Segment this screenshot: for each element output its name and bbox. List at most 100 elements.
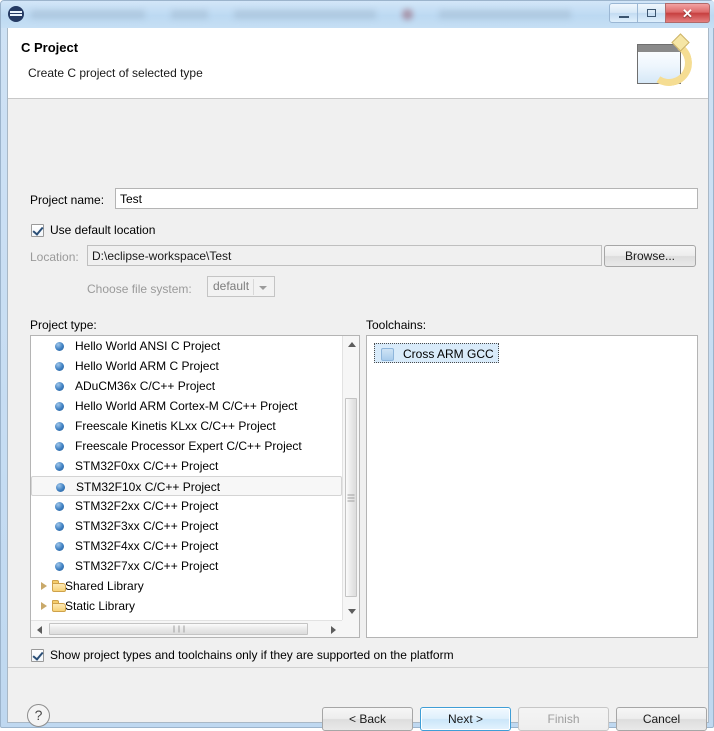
footer-divider — [8, 667, 708, 668]
project-type-bullet-icon — [55, 362, 64, 371]
project-type-item[interactable]: Shared Library — [31, 576, 342, 596]
cancel-button[interactable]: Cancel — [616, 707, 707, 731]
dialog-window: ✕ C Project Create C project of selected… — [0, 0, 714, 731]
project-type-bullet-icon — [56, 483, 65, 492]
project-type-item[interactable]: STM32F3xx C/C++ Project — [31, 516, 342, 536]
chevron-down-icon — [259, 286, 267, 290]
toolchain-icon — [381, 348, 394, 361]
title-bar[interactable]: ✕ — [1, 1, 714, 28]
project-type-hscroll-thumb[interactable] — [49, 623, 308, 635]
project-type-vscrollbar[interactable] — [342, 336, 359, 620]
project-type-label: Project type: — [30, 318, 97, 332]
project-type-item-label: ADuCM36x C/C++ Project — [75, 379, 216, 393]
title-bar-text-redacted — [31, 5, 571, 23]
project-type-item-label: Hello World ARM C Project — [75, 359, 219, 373]
project-type-item-label: STM32F7xx C/C++ Project — [75, 559, 219, 573]
project-type-bullet-icon — [55, 542, 64, 551]
project-type-bullet-icon — [55, 462, 64, 471]
help-icon[interactable]: ? — [27, 704, 50, 727]
location-label: Location: — [30, 250, 79, 264]
folder-icon — [52, 600, 66, 612]
file-system-select[interactable]: default — [207, 276, 275, 297]
next-button[interactable]: Next > — [420, 707, 511, 731]
project-name-label: Project name: — [30, 193, 105, 207]
project-type-list[interactable]: Hello World ANSI C Project Hello World AR… — [30, 335, 360, 638]
project-type-item[interactable]: Hello World ARM Cortex-M C/C++ Project — [31, 396, 342, 416]
use-default-location-label: Use default location — [50, 223, 156, 237]
project-type-item-label: Hello World ARM Cortex-M C/C++ Project — [75, 399, 298, 413]
close-button[interactable]: ✕ — [665, 3, 710, 23]
expand-arrow-icon[interactable] — [41, 602, 47, 610]
arrow-left-icon — [37, 625, 42, 634]
project-type-bullet-icon — [55, 442, 64, 451]
scroll-left-button[interactable] — [31, 621, 48, 637]
expand-arrow-icon[interactable] — [41, 582, 47, 590]
toolchains-label: Toolchains: — [366, 318, 427, 332]
dialog-body: C Project Create C project of selected t… — [7, 28, 709, 731]
platform-filter-label: Show project types and toolchains only i… — [50, 648, 454, 662]
project-type-item-label: STM32F10x C/C++ Project — [76, 480, 221, 494]
project-type-items: Hello World ANSI C Project Hello World AR… — [31, 336, 342, 620]
toolchain-row[interactable]: Cross ARM GCC — [374, 343, 697, 363]
project-type-item-label: Shared Library — [65, 579, 144, 593]
project-type-item-label: STM32F0xx C/C++ Project — [75, 459, 219, 473]
project-type-item-label: Freescale Processor Expert C/C++ Project — [75, 439, 302, 453]
toolchain-item[interactable]: Cross ARM GCC — [374, 343, 499, 363]
page-title: C Project — [21, 40, 79, 55]
project-name-input[interactable] — [115, 188, 698, 209]
project-type-item[interactable]: STM32F7xx C/C++ Project — [31, 556, 342, 576]
minimize-button[interactable] — [609, 3, 638, 23]
project-type-item-label: STM32F4xx C/C++ Project — [75, 539, 219, 553]
minimize-icon — [618, 15, 629, 18]
scrollbar-corner — [342, 620, 359, 637]
project-type-item[interactable]: Freescale Processor Expert C/C++ Project — [31, 436, 342, 456]
project-type-item-label: Static Library — [65, 599, 136, 613]
project-type-item-label: STM32F2xx C/C++ Project — [75, 499, 219, 513]
project-type-item-label: STM32F3xx C/C++ Project — [75, 519, 219, 533]
eclipse-logo-icon — [8, 6, 24, 22]
project-type-bullet-icon — [55, 382, 64, 391]
file-system-value: default — [213, 279, 250, 293]
wizard-header: C Project Create C project of selected t… — [8, 28, 708, 99]
project-type-item[interactable]: Static Library — [31, 596, 342, 616]
close-icon: ✕ — [682, 5, 693, 21]
folder-icon — [52, 580, 66, 592]
project-type-bullet-icon — [55, 522, 64, 531]
project-type-bullet-icon — [55, 402, 64, 411]
page-subtitle: Create C project of selected type — [28, 66, 203, 80]
toolchains-list[interactable]: Cross ARM GCC — [366, 335, 698, 638]
back-button[interactable]: < Back — [322, 707, 413, 731]
project-type-bullet-icon — [55, 342, 64, 351]
project-type-vscroll-thumb[interactable] — [345, 398, 357, 597]
project-type-item[interactable]: STM32F10x C/C++ Project — [31, 476, 342, 496]
dialog-content: Project name: Use default location Locat… — [8, 99, 708, 666]
arrow-down-icon — [347, 609, 356, 614]
project-type-item[interactable]: Hello World ARM C Project — [31, 356, 342, 376]
project-type-hscrollbar[interactable] — [31, 620, 342, 637]
project-type-item-label: Hello World ANSI C Project — [75, 339, 221, 353]
project-type-item[interactable]: STM32F2xx C/C++ Project — [31, 496, 342, 516]
location-input[interactable] — [87, 245, 602, 266]
toolchain-items: Cross ARM GCC — [367, 336, 697, 637]
maximize-button[interactable] — [637, 3, 666, 23]
platform-filter-checkbox[interactable] — [31, 649, 44, 662]
project-type-item[interactable]: Freescale Kinetis KLxx C/C++ Project — [31, 416, 342, 436]
toolchain-item-label: Cross ARM GCC — [403, 347, 494, 361]
scroll-right-button[interactable] — [325, 621, 342, 637]
project-type-bullet-icon — [55, 422, 64, 431]
use-default-location-checkbox[interactable] — [31, 224, 44, 237]
project-type-item[interactable]: ADuCM36x C/C++ Project — [31, 376, 342, 396]
project-type-item-label: Freescale Kinetis KLxx C/C++ Project — [75, 419, 276, 433]
project-type-item[interactable]: STM32F0xx C/C++ Project — [31, 456, 342, 476]
window-controls: ✕ — [609, 3, 710, 24]
choose-file-system-label: Choose file system: — [87, 282, 192, 296]
scroll-down-button[interactable] — [343, 603, 359, 620]
wizard-banner-icon — [633, 33, 697, 91]
project-type-item[interactable]: Hello World ANSI C Project — [31, 336, 342, 356]
maximize-icon — [647, 9, 656, 17]
browse-button[interactable]: Browse... — [604, 245, 696, 267]
project-type-bullet-icon — [55, 502, 64, 511]
project-type-item[interactable]: STM32F4xx C/C++ Project — [31, 536, 342, 556]
scroll-up-button[interactable] — [343, 336, 359, 353]
arrow-right-icon — [331, 625, 336, 634]
